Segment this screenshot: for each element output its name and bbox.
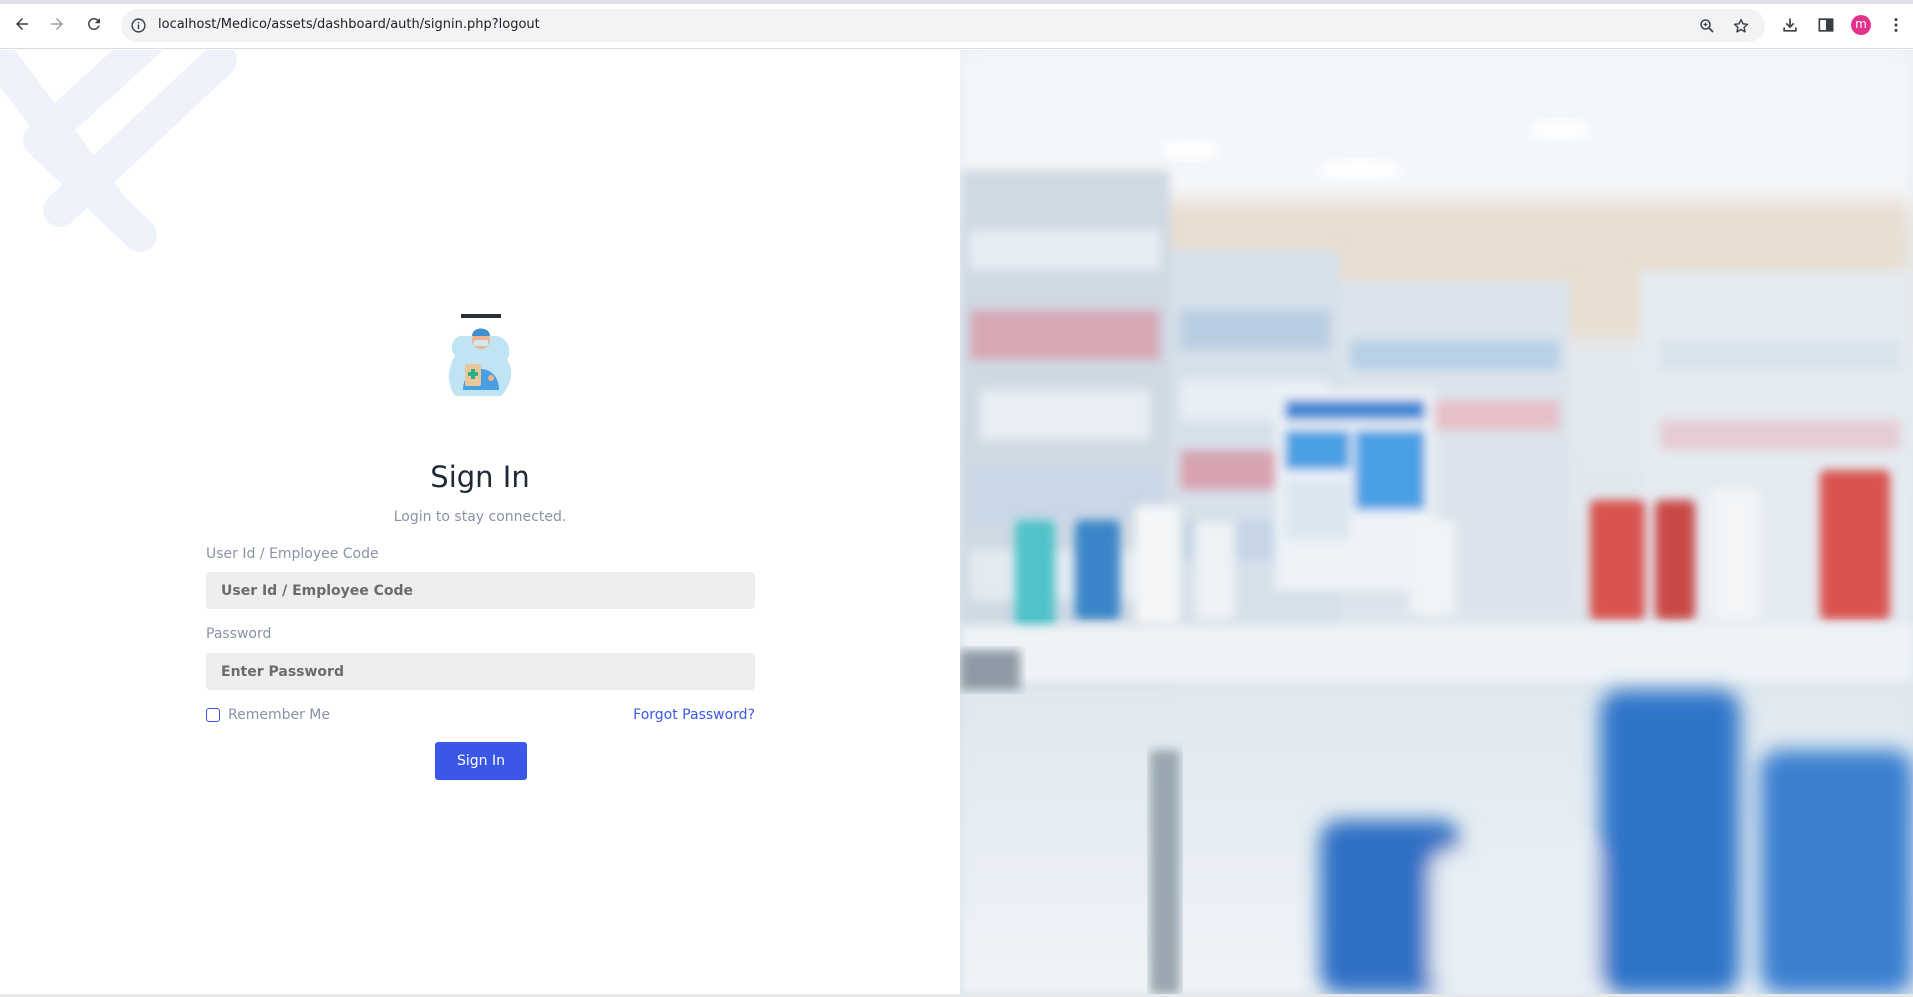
- zoom-icon[interactable]: [1698, 17, 1716, 35]
- checkbox-box[interactable]: [206, 708, 220, 722]
- user-id-label: User Id / Employee Code: [206, 546, 379, 562]
- tab-strip-edge: [0, 0, 1913, 4]
- pharmacy-background-image: [960, 50, 1913, 994]
- password-input[interactable]: [206, 653, 755, 690]
- url-text[interactable]: localhost/Medico/assets/dashboard/auth/s…: [158, 17, 540, 32]
- sign-in-button[interactable]: Sign In: [435, 742, 527, 780]
- page-subtitle: Login to stay connected.: [393, 509, 567, 525]
- page-title: Sign In: [430, 460, 530, 494]
- browser-toolbar: localhost/Medico/assets/dashboard/auth/s…: [0, 0, 1913, 49]
- password-label: Password: [206, 626, 272, 642]
- forward-button[interactable]: [45, 12, 69, 36]
- back-button[interactable]: [10, 12, 34, 36]
- side-panel-icon[interactable]: [1816, 15, 1836, 35]
- user-id-input[interactable]: [206, 572, 755, 609]
- pharmacist-logo: [448, 314, 512, 396]
- arrow-right-icon: [51, 18, 63, 30]
- info-icon[interactable]: [130, 17, 147, 34]
- reload-button[interactable]: [82, 12, 106, 36]
- decorative-cross-shape: [0, 50, 237, 252]
- kebab-menu-icon[interactable]: [1886, 15, 1906, 35]
- reload-icon: [87, 17, 100, 30]
- forgot-password-link[interactable]: Forgot Password?: [633, 707, 755, 723]
- remember-me-label[interactable]: Remember Me: [228, 707, 330, 723]
- address-bar[interactable]: localhost/Medico/assets/dashboard/auth/s…: [121, 9, 1765, 42]
- download-icon[interactable]: [1780, 15, 1800, 35]
- pharmacy-illustration: [960, 50, 1913, 994]
- profile-avatar[interactable]: m: [1851, 15, 1871, 35]
- signin-panel: Sign In Login to stay connected. User Id…: [0, 50, 960, 994]
- star-icon[interactable]: [1732, 17, 1750, 35]
- arrow-left-icon: [16, 18, 28, 30]
- remember-me-checkbox[interactable]: Remember Me: [206, 707, 330, 723]
